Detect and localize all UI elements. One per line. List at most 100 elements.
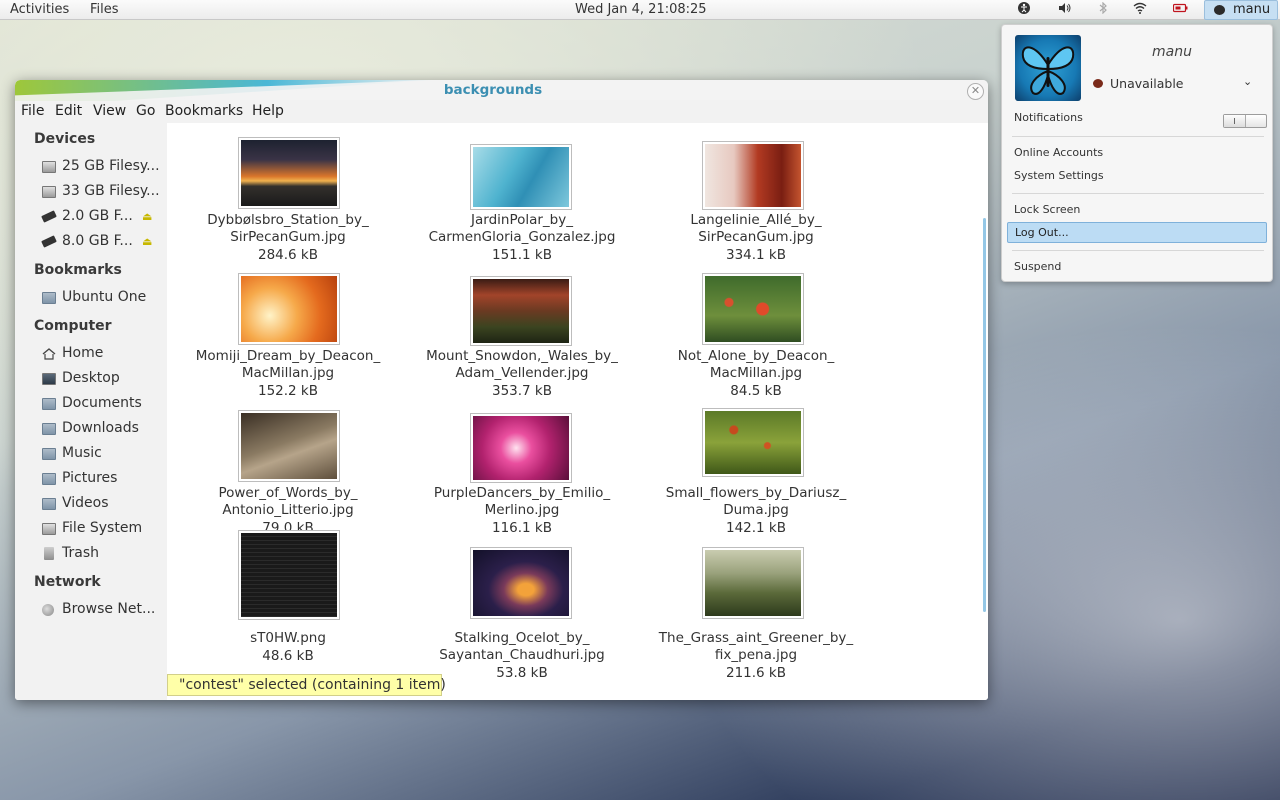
sidebar-item-ubuntu-one[interactable]: Ubuntu One xyxy=(39,288,163,308)
menu-edit[interactable]: Edit xyxy=(55,103,82,119)
file-name-line2: SirPecanGum.jpg xyxy=(230,229,346,245)
file-size: 116.1 kB xyxy=(491,520,553,536)
menu-bookmarks[interactable]: Bookmarks xyxy=(165,103,243,119)
file-size: 353.7 kB xyxy=(491,383,553,399)
file-name-line2: Duma.jpg xyxy=(723,502,789,518)
file-item[interactable]: Power_of_Words_by_ Antonio_Litterio.jpg … xyxy=(183,410,393,536)
file-item[interactable]: Momiji_Dream_by_Deacon_ MacMillan.jpg 15… xyxy=(183,273,393,399)
status-bar: "contest" selected (containing 1 item) xyxy=(167,674,446,696)
file-name-line1: Stalking_Ocelot_by_ xyxy=(454,630,590,646)
file-item[interactable]: Mount_Snowdon,_Wales_by_ Adam_Vellender.… xyxy=(417,273,627,399)
avatar[interactable] xyxy=(1015,35,1081,101)
user-menu-button[interactable]: manu xyxy=(1204,0,1278,20)
lock-screen-item[interactable]: Lock Screen xyxy=(1014,203,1080,216)
videos-folder-icon xyxy=(42,498,56,510)
file-thumbnail xyxy=(470,276,572,346)
file-item[interactable]: Dybbølsbro_Station_by_ SirPecanGum.jpg 2… xyxy=(183,137,393,263)
menu-go[interactable]: Go xyxy=(136,103,155,119)
usb-drive-icon xyxy=(41,210,57,223)
titlebar[interactable]: backgrounds ✕ xyxy=(15,80,988,102)
desktop-icon xyxy=(42,373,56,385)
sidebar-item-documents[interactable]: Documents xyxy=(39,394,163,414)
battery-icon[interactable] xyxy=(1172,2,1188,18)
file-size: 151.1 kB xyxy=(491,247,553,263)
folder-icon xyxy=(42,292,56,304)
sidebar: Devices 25 GB Filesy... 33 GB Filesy... … xyxy=(15,123,167,700)
pictures-folder-icon xyxy=(42,473,56,485)
accessibility-icon[interactable] xyxy=(1016,2,1032,18)
notifications-toggle[interactable] xyxy=(1223,114,1267,128)
menu-help[interactable]: Help xyxy=(252,103,284,119)
online-accounts-item[interactable]: Online Accounts xyxy=(1014,146,1103,159)
clock[interactable]: Wed Jan 4, 21:08:25 xyxy=(575,2,707,18)
wifi-icon[interactable] xyxy=(1132,2,1148,18)
sidebar-item-drive-25gb[interactable]: 25 GB Filesy... xyxy=(39,157,163,177)
menu-file[interactable]: File xyxy=(21,103,44,119)
sidebar-item-home[interactable]: Home xyxy=(39,344,163,364)
file-item[interactable]: sT0HW.png 48.6 kB xyxy=(183,530,393,667)
log-out-item[interactable]: Log Out... xyxy=(1007,222,1267,243)
file-item[interactable]: JardinPolar_by_ CarmenGloria_Gonzalez.jp… xyxy=(417,137,627,263)
sidebar-item-drive-33gb[interactable]: 33 GB Filesy... xyxy=(39,182,163,202)
file-name-line1: Small_flowers_by_Dariusz_ xyxy=(665,485,847,501)
usb-drive-icon xyxy=(41,235,57,248)
file-name-line1: Mount_Snowdon,_Wales_by_ xyxy=(426,348,618,364)
home-icon xyxy=(42,348,56,360)
volume-icon[interactable] xyxy=(1056,2,1072,18)
system-settings-item[interactable]: System Settings xyxy=(1014,169,1104,182)
file-name-line2: MacMillan.jpg xyxy=(241,365,335,381)
suspend-item[interactable]: Suspend xyxy=(1014,260,1061,273)
file-item[interactable]: Small_flowers_by_Dariusz_ Duma.jpg 142.1… xyxy=(651,408,861,536)
file-size: 152.2 kB xyxy=(257,383,319,399)
file-item[interactable]: Langelinie_Allé_by_ SirPecanGum.jpg 334.… xyxy=(651,137,861,263)
sidebar-item-usb-8gb[interactable]: 8.0 GB F... ⏏ xyxy=(39,232,163,252)
file-size: 284.6 kB xyxy=(257,247,319,263)
sidebar-item-usb-2gb[interactable]: 2.0 GB F... ⏏ xyxy=(39,207,163,227)
divider xyxy=(1012,250,1264,251)
file-name-line1: The_Grass_aint_Greener_by_ xyxy=(658,630,854,646)
top-panel: Activities Files Wed Jan 4, 21:08:25 man… xyxy=(0,0,1280,20)
file-size: 48.6 kB xyxy=(262,648,314,664)
music-folder-icon xyxy=(42,448,56,460)
sidebar-heading-network: Network xyxy=(34,574,101,590)
eject-icon[interactable]: ⏏ xyxy=(142,235,152,248)
chat-status-icon xyxy=(1214,5,1225,15)
sidebar-item-file-system[interactable]: File System xyxy=(39,519,163,539)
file-name-line2: Adam_Vellender.jpg xyxy=(455,365,589,381)
file-name-line2: Sayantan_Chaudhuri.jpg xyxy=(439,647,605,663)
downloads-folder-icon xyxy=(42,423,56,435)
sidebar-item-music[interactable]: Music xyxy=(39,444,163,464)
file-name-line2: CarmenGloria_Gonzalez.jpg xyxy=(428,229,616,245)
user-name: manu xyxy=(1233,2,1271,17)
file-thumbnail xyxy=(238,273,340,345)
file-item[interactable]: PurpleDancers_by_Emilio_ Merlino.jpg 116… xyxy=(417,410,627,536)
file-thumbnail xyxy=(238,530,340,620)
file-thumbnail xyxy=(702,547,804,619)
file-item[interactable]: Stalking_Ocelot_by_ Sayantan_Chaudhuri.j… xyxy=(417,547,627,681)
sidebar-item-browse-network[interactable]: Browse Net... xyxy=(39,600,163,620)
close-icon[interactable]: ✕ xyxy=(967,83,984,100)
sidebar-heading-computer: Computer xyxy=(34,318,112,334)
sidebar-item-pictures[interactable]: Pictures xyxy=(39,469,163,489)
documents-folder-icon xyxy=(42,398,56,410)
app-menu-button[interactable]: Files xyxy=(90,2,119,18)
file-system-icon xyxy=(42,523,56,535)
sidebar-item-trash[interactable]: Trash xyxy=(39,544,163,564)
status-selector[interactable]: Unavailable ⌄ xyxy=(1091,75,1261,93)
file-item[interactable]: Not_Alone_by_Deacon_ MacMillan.jpg 84.5 … xyxy=(651,273,861,399)
file-view[interactable]: Dybbølsbro_Station_by_ SirPecanGum.jpg 2… xyxy=(167,123,988,700)
status-label: Unavailable xyxy=(1110,76,1184,91)
sidebar-item-desktop[interactable]: Desktop xyxy=(39,369,163,389)
sidebar-item-downloads[interactable]: Downloads xyxy=(39,419,163,439)
sidebar-item-videos[interactable]: Videos xyxy=(39,494,163,514)
vertical-scrollbar[interactable] xyxy=(983,218,986,612)
file-item[interactable]: The_Grass_aint_Greener_by_ fix_pena.jpg … xyxy=(651,547,861,681)
user-menu: manu Unavailable ⌄ Notifications Online … xyxy=(1001,24,1273,282)
menu-view[interactable]: View xyxy=(93,103,126,119)
eject-icon[interactable]: ⏏ xyxy=(142,210,152,223)
chevron-down-icon: ⌄ xyxy=(1243,75,1253,88)
divider xyxy=(1012,193,1264,194)
activities-button[interactable]: Activities xyxy=(10,2,69,18)
file-size: 211.6 kB xyxy=(725,665,787,681)
bluetooth-icon[interactable] xyxy=(1095,1,1111,18)
